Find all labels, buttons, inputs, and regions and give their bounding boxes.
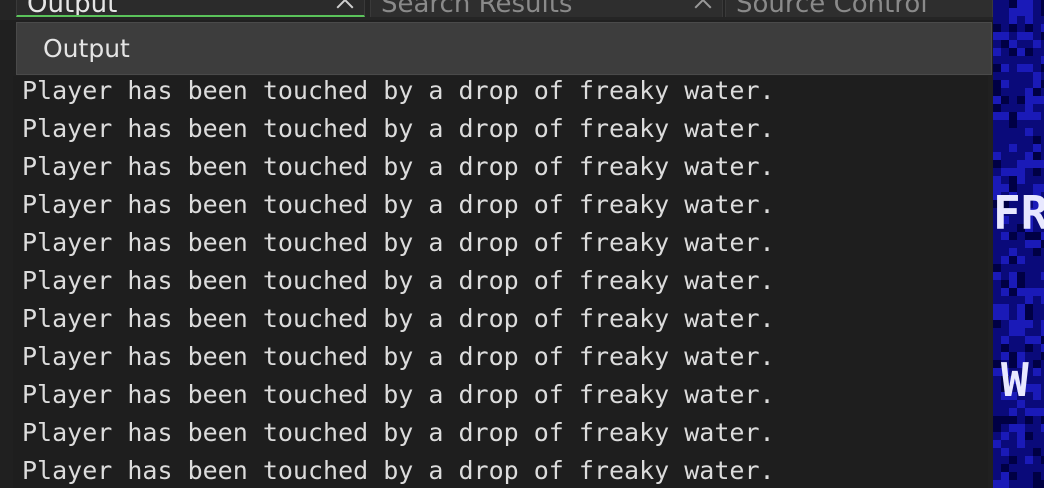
log-line: Player has been touched by a drop of fre…: [22, 304, 775, 333]
tab-search-results-label: Search Results: [381, 0, 573, 17]
output-panel-container: Output Search Results Source Control Out…: [0, 0, 994, 488]
tab-search-results[interactable]: Search Results: [370, 0, 723, 17]
viewport-text-bottom: W: [1001, 353, 1029, 407]
close-icon[interactable]: [692, 0, 714, 13]
log-line: Player has been touched by a drop of fre…: [22, 152, 775, 181]
log-line: Player has been touched by a drop of fre…: [22, 190, 775, 219]
output-title: Output: [43, 34, 130, 63]
viewport-text-top: FR: [993, 186, 1044, 240]
tab-output-label: Output: [27, 0, 118, 17]
log-line: Player has been touched by a drop of fre…: [22, 418, 775, 447]
log-line: Player has been touched by a drop of fre…: [22, 266, 775, 295]
log-line: Player has been touched by a drop of fre…: [22, 342, 775, 371]
tab-source-control[interactable]: Source Control: [725, 0, 993, 17]
output-log[interactable]: Player has been touched by a drop of fre…: [13, 76, 988, 488]
tab-output[interactable]: Output: [16, 0, 365, 17]
log-line: Player has been touched by a drop of fre…: [22, 76, 775, 105]
log-line: Player has been touched by a drop of fre…: [22, 456, 775, 485]
viewport-pattern: [993, 0, 1044, 488]
log-line: Player has been touched by a drop of fre…: [22, 114, 775, 143]
log-line: Player has been touched by a drop of fre…: [22, 380, 775, 409]
close-icon[interactable]: [334, 0, 356, 13]
output-header: Output: [16, 22, 992, 75]
log-line: Player has been touched by a drop of fre…: [22, 228, 775, 257]
game-viewport[interactable]: FR W: [993, 0, 1044, 488]
tab-source-control-label: Source Control: [736, 0, 928, 17]
tab-bar: Output Search Results Source Control: [0, 0, 993, 20]
app-window: Output Search Results Source Control Out…: [0, 0, 1044, 488]
